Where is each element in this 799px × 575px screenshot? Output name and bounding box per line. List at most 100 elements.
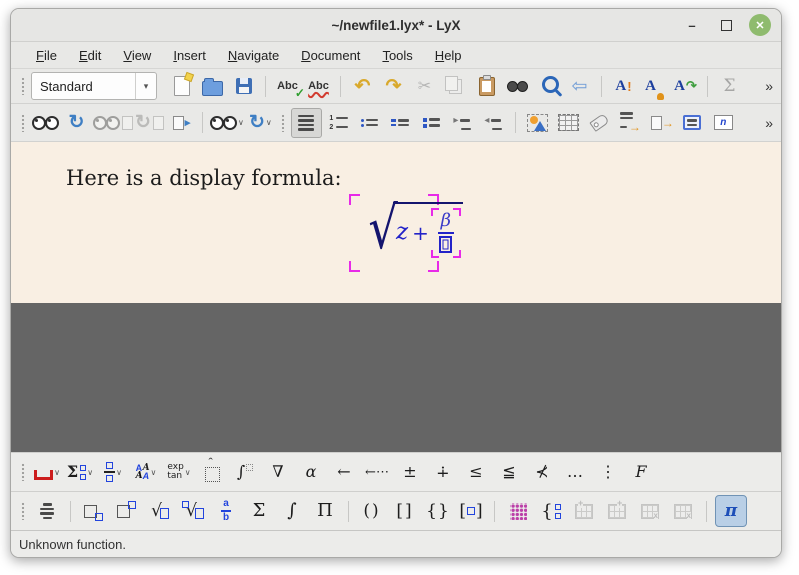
- toolbar-overflow-button[interactable]: »: [765, 115, 775, 131]
- spellcheck-button[interactable]: Abc✓: [273, 72, 302, 100]
- functions-dropdown[interactable]: exptan ∨: [164, 457, 194, 487]
- toolbar-drag-handle[interactable]: [21, 114, 25, 132]
- update-other-formats-dropdown[interactable]: ↻ ∨: [246, 109, 275, 137]
- accents-button[interactable]: [197, 457, 227, 487]
- integral-limits-button[interactable]: ∫: [230, 457, 260, 487]
- add-column-button[interactable]: +: [602, 496, 632, 526]
- greek-letters-button[interactable]: α: [296, 457, 326, 487]
- copy-button[interactable]: [441, 72, 470, 100]
- emphasis-button[interactable]: A !: [609, 72, 638, 100]
- dots-button[interactable]: …: [560, 457, 590, 487]
- minimize-button[interactable]: –: [681, 14, 703, 36]
- increase-depth-button[interactable]: ▸: [448, 109, 477, 137]
- insert-citation-button[interactable]: →: [647, 109, 676, 137]
- fraction-inset[interactable]: β: [433, 210, 459, 255]
- empty-math-placeholder[interactable]: [439, 236, 452, 253]
- toolbar-drag-handle[interactable]: [21, 77, 25, 95]
- undo-button[interactable]: ↶: [348, 72, 377, 100]
- subscript-button[interactable]: [79, 496, 109, 526]
- negated-relations-button[interactable]: ⊀: [527, 457, 557, 487]
- decrease-depth-button[interactable]: ◂: [479, 109, 508, 137]
- dot-plus-button[interactable]: ∔: [428, 457, 458, 487]
- superscript-button[interactable]: [112, 496, 142, 526]
- bullet-list-button[interactable]: [355, 109, 384, 137]
- navigate-back-button[interactable]: ⇦: [565, 72, 594, 100]
- big-operators-dropdown[interactable]: Σ ∨: [65, 457, 95, 487]
- insert-matrix-button[interactable]: [503, 496, 533, 526]
- menu-edit[interactable]: Edit: [68, 45, 112, 66]
- update-master-button[interactable]: ↻: [135, 109, 164, 137]
- menu-insert[interactable]: Insert: [162, 45, 217, 66]
- fraction-button[interactable]: ab: [211, 496, 241, 526]
- delimiters-button[interactable]: [ ]: [456, 496, 486, 526]
- nabla-operators-button[interactable]: ∇: [263, 457, 293, 487]
- open-document-button[interactable]: [198, 72, 227, 100]
- delete-row-button[interactable]: x: [635, 496, 665, 526]
- delete-column-button[interactable]: x: [668, 496, 698, 526]
- save-button[interactable]: [229, 72, 258, 100]
- display-formula-inset[interactable]: √ z + β: [349, 194, 439, 272]
- toolbar-drag-handle[interactable]: [21, 463, 25, 481]
- new-document-button[interactable]: [167, 72, 196, 100]
- vdots-button[interactable]: ⋮: [593, 457, 623, 487]
- toolbar-drag-handle[interactable]: [21, 502, 25, 520]
- numbered-list-button[interactable]: 1 2: [324, 109, 353, 137]
- close-button[interactable]: ✕: [749, 14, 771, 36]
- search-button[interactable]: [534, 72, 563, 100]
- insert-cross-reference-button[interactable]: →: [616, 109, 645, 137]
- view-master-button[interactable]: [93, 109, 133, 137]
- document-canvas[interactable]: Here is a display formula: √ z + β: [11, 142, 781, 303]
- menu-navigate[interactable]: Navigate: [217, 45, 290, 66]
- update-output-button[interactable]: ↻: [62, 109, 91, 137]
- leqq-relations-button[interactable]: ≦: [494, 457, 524, 487]
- insert-nomenclature-button[interactable]: n: [709, 109, 738, 137]
- brackets-button[interactable]: []: [390, 496, 420, 526]
- arrows-button[interactable]: ←: [329, 457, 359, 487]
- braces-button[interactable]: {}: [423, 496, 453, 526]
- menu-document[interactable]: Document: [290, 45, 371, 66]
- cut-button[interactable]: ✂: [410, 72, 439, 100]
- calligraphic-font-button[interactable]: F: [626, 457, 656, 487]
- insert-cases-button[interactable]: {: [536, 496, 566, 526]
- menu-view[interactable]: View: [112, 45, 162, 66]
- nth-root-button[interactable]: √: [178, 496, 208, 526]
- insert-math-button[interactable]: Σ: [715, 72, 744, 100]
- apply-last-style-button[interactable]: A ↷: [671, 72, 700, 100]
- find-replace-button[interactable]: [503, 72, 532, 100]
- noun-style-button[interactable]: A: [640, 72, 669, 100]
- insert-table-button[interactable]: [554, 109, 583, 137]
- view-output-button[interactable]: [31, 109, 60, 137]
- menu-help[interactable]: Help: [424, 45, 473, 66]
- product-button[interactable]: Π: [310, 496, 340, 526]
- continuous-spellcheck-button[interactable]: Abc: [304, 72, 333, 100]
- insert-label-button[interactable]: [585, 109, 614, 137]
- menu-tools[interactable]: Tools: [371, 45, 423, 66]
- redo-button[interactable]: ↷: [379, 72, 408, 100]
- paragraph-settings-button[interactable]: [291, 108, 322, 138]
- leq-relations-button[interactable]: ≤: [461, 457, 491, 487]
- labeling-list-button[interactable]: [417, 109, 446, 137]
- fractions-dropdown[interactable]: ∨: [98, 457, 128, 487]
- view-other-formats-dropdown[interactable]: ∨: [210, 109, 244, 137]
- maximize-button[interactable]: [715, 14, 737, 36]
- math-spacing-dropdown[interactable]: ∨: [32, 457, 62, 487]
- toggle-preview-button[interactable]: ▸: [166, 109, 195, 137]
- toolbar-overflow-button[interactable]: »: [765, 78, 775, 94]
- paragraph-style-select[interactable]: Standard ▾: [31, 72, 157, 100]
- font-styles-dropdown[interactable]: AA AA ∨: [131, 457, 161, 487]
- parentheses-button[interactable]: (): [357, 496, 387, 526]
- math-toolbar-toggle[interactable]: π: [715, 495, 747, 527]
- long-arrows-button[interactable]: ←⋯: [362, 457, 392, 487]
- integral-button[interactable]: ∫: [277, 496, 307, 526]
- paste-button[interactable]: [472, 72, 501, 100]
- description-list-button[interactable]: [386, 109, 415, 137]
- sqrt-button[interactable]: √: [145, 496, 175, 526]
- menu-file[interactable]: File: [25, 45, 68, 66]
- plus-minus-button[interactable]: ±: [395, 457, 425, 487]
- insert-index-entry-button[interactable]: [678, 109, 707, 137]
- add-row-button[interactable]: +: [569, 496, 599, 526]
- title-bar[interactable]: ~/newfile1.lyx* - LyX – ✕: [11, 9, 781, 42]
- insert-graphics-button[interactable]: [523, 109, 552, 137]
- display-formula-toggle[interactable]: [32, 496, 62, 526]
- sum-button[interactable]: Σ: [244, 496, 274, 526]
